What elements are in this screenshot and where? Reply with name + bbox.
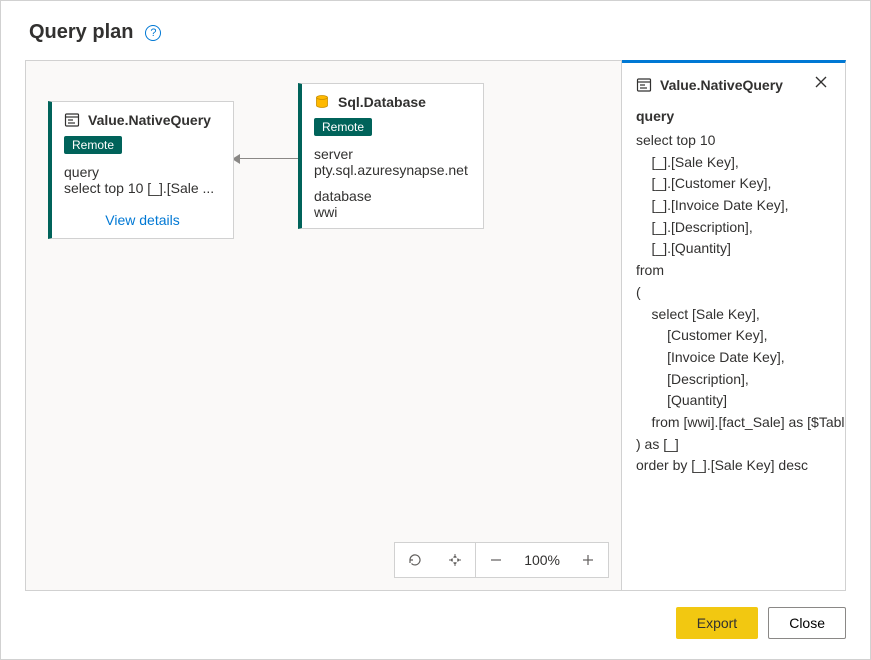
details-panel: Value.NativeQuery query select top 10 [_…: [622, 60, 846, 591]
node-title: Value.NativeQuery: [88, 112, 211, 128]
node-header: Value.NativeQuery: [52, 102, 233, 134]
view-details-link[interactable]: View details: [52, 204, 233, 238]
query-plan-dialog: Query plan ? Value.NativeQuery Remote qu…: [0, 0, 871, 660]
details-title: Value.NativeQuery: [660, 77, 803, 93]
node-native-query[interactable]: Value.NativeQuery Remote query select to…: [48, 101, 234, 239]
node-title: Sql.Database: [338, 94, 426, 110]
remote-badge: Remote: [314, 118, 372, 136]
reset-view-button[interactable]: [395, 542, 435, 578]
details-query-text: select top 10 [_].[Sale Key], [_].[Custo…: [636, 130, 831, 477]
plan-canvas[interactable]: Value.NativeQuery Remote query select to…: [25, 60, 622, 591]
details-field-label: query: [636, 108, 831, 124]
fit-view-button[interactable]: [435, 542, 475, 578]
node-field-value: select top 10 [_].[Sale ...: [52, 180, 233, 204]
node-field-label: database: [302, 188, 483, 204]
close-icon[interactable]: [811, 75, 831, 94]
dialog-footer: Export Close: [1, 607, 870, 659]
details-header: Value.NativeQuery: [636, 75, 831, 94]
database-icon: [314, 94, 330, 110]
node-field-value: wwi: [302, 204, 483, 228]
node-sql-database[interactable]: Sql.Database Remote server pty.sql.azure…: [298, 83, 484, 229]
node-field-label: server: [302, 146, 483, 162]
node-header: Sql.Database: [302, 84, 483, 116]
dialog-title: Query plan: [29, 21, 133, 44]
node-field-label: query: [52, 164, 233, 180]
node-field-value: pty.sql.azuresynapse.net: [302, 162, 483, 186]
dialog-header: Query plan ?: [1, 1, 870, 60]
content-area: Value.NativeQuery Remote query select to…: [25, 60, 846, 591]
close-button[interactable]: Close: [768, 607, 846, 639]
zoom-level: 100%: [516, 552, 568, 568]
export-button[interactable]: Export: [676, 607, 758, 639]
remote-badge: Remote: [64, 136, 122, 154]
query-icon: [636, 77, 652, 93]
zoom-out-button[interactable]: [476, 542, 516, 578]
zoom-controls: 100%: [394, 542, 609, 578]
edge-line: [240, 158, 298, 159]
help-icon[interactable]: ?: [145, 25, 161, 41]
zoom-in-button[interactable]: [568, 542, 608, 578]
query-icon: [64, 112, 80, 128]
